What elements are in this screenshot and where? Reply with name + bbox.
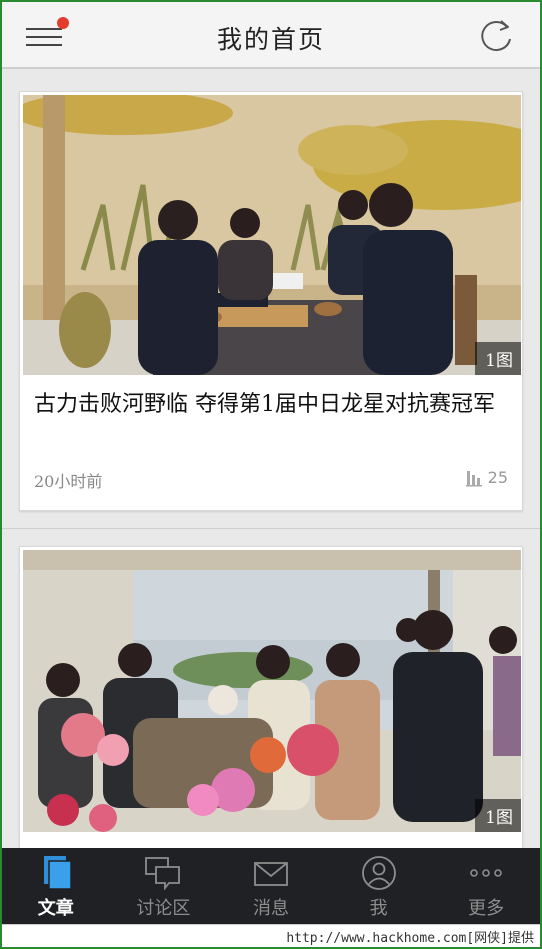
refresh-icon [481,20,511,52]
more-dots-icon [470,869,502,877]
tab-messages[interactable]: 消息 [217,848,325,924]
image-count-badge: 1图 [475,799,521,832]
bottom-tab-bar: 文章 讨论区 消息 我 更多 [2,848,540,924]
article-title[interactable]: 古力击败河野临 夺得第1届中日龙星对抗赛冠军 [34,389,508,421]
watermark-text: http://www.hackhome.com[网侠]提供 [286,931,534,946]
document-icon [43,856,72,890]
tab-more[interactable]: 更多 [432,848,540,924]
chat-bubbles-icon [145,857,181,891]
article-meta: 20小时前 25 [34,468,508,492]
tab-discussion[interactable]: 讨论区 [110,848,218,924]
article-feed[interactable]: 1图 古力击败河野临 夺得第1届中日龙星对抗赛冠军 20小时前 25 1图 [2,71,540,848]
tab-articles[interactable]: 文章 [2,848,110,924]
article-card[interactable]: 1图 古力击败河野临 夺得第1届中日龙星对抗赛冠军 20小时前 25 [19,91,523,511]
views-count: 25 [487,468,508,487]
tab-label: 文章 [37,898,74,919]
top-bar: 我的首页 [2,2,540,69]
bar-chart-icon [465,470,482,486]
user-icon [361,856,396,890]
divider [2,528,540,529]
refresh-button[interactable] [476,17,516,57]
app-screen: 我的首页 1图 古力击败河野临 夺得第1届中日龙星对抗赛冠军 20小时前 25 … [2,2,540,924]
image-count-badge: 1图 [475,342,521,375]
article-time: 20小时前 [34,472,103,491]
page-title: 我的首页 [216,25,325,54]
article-card[interactable]: 1图 [19,546,523,848]
tab-me[interactable]: 我 [325,848,433,924]
tab-label: 讨论区 [136,898,191,919]
watermark-bar: http://www.hackhome.com[网侠]提供 [2,924,540,947]
envelope-icon [254,862,288,886]
article-photo[interactable]: 1图 [23,550,521,832]
article-views: 25 [465,468,508,487]
tab-label: 消息 [252,898,289,919]
tab-label: 我 [369,898,388,919]
tab-label: 更多 [468,898,505,919]
article-photo[interactable]: 1图 [23,95,521,375]
